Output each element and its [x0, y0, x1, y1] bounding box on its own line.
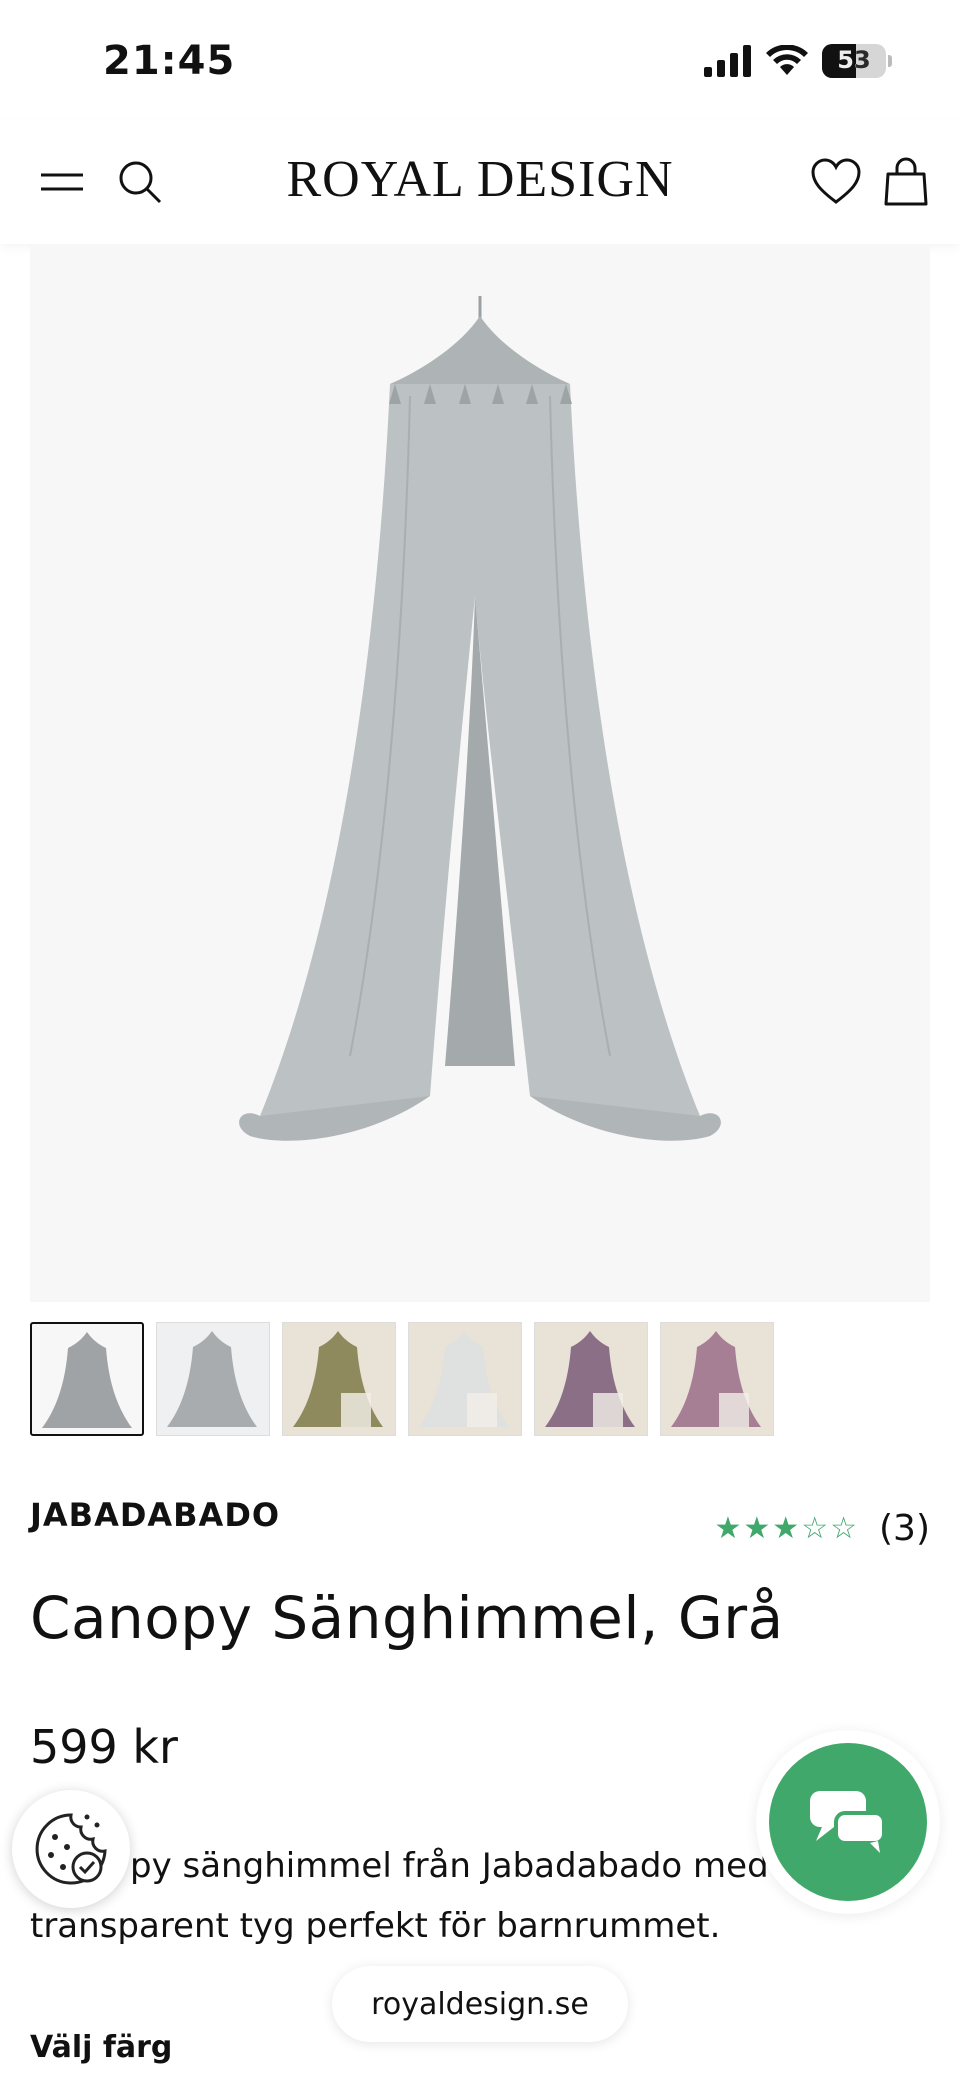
- product-brand[interactable]: JABADABADO: [30, 1496, 280, 1534]
- thumbnail-6[interactable]: [660, 1322, 774, 1436]
- cookie-settings-button[interactable]: [12, 1790, 130, 1908]
- thumbnail-image: [545, 1331, 635, 1427]
- thumbnail-image: [293, 1331, 383, 1427]
- thumbnail-strip: [30, 1322, 774, 1436]
- description-line-2: transparent tyg perfekt för barnrummet.: [30, 1906, 721, 1946]
- battery-icon: 53: [822, 44, 886, 78]
- product-title: Canopy Sänghimmel, Grå: [30, 1584, 784, 1652]
- status-icons: 53: [704, 44, 892, 78]
- choose-color-label: Välj färg: [30, 2030, 173, 2065]
- bag-icon[interactable]: [878, 154, 934, 210]
- browser-url-bar[interactable]: royaldesign.se: [332, 1966, 628, 2042]
- canopy-illustration: [239, 296, 721, 1141]
- battery-level: 53: [837, 46, 871, 74]
- review-count: (3): [879, 1508, 930, 1549]
- thumbnail-1[interactable]: [30, 1322, 144, 1436]
- product-rating[interactable]: ★★★☆☆ (3): [715, 1508, 930, 1549]
- product-image[interactable]: [30, 246, 930, 1302]
- product-price: 599 kr: [30, 1720, 178, 1774]
- site-header: ROYAL DESIGN: [0, 120, 960, 244]
- chat-icon: [810, 1791, 886, 1853]
- thumbnail-image: [419, 1331, 509, 1427]
- thumbnail-image: [671, 1331, 761, 1427]
- signal-icon: [704, 45, 751, 77]
- thumbnail-2[interactable]: [156, 1322, 270, 1436]
- thumbnail-4[interactable]: [408, 1322, 522, 1436]
- thumbnail-5[interactable]: [534, 1322, 648, 1436]
- chat-button-inner: [769, 1743, 927, 1901]
- thumbnail-image: [42, 1332, 132, 1428]
- cookie-icon: [35, 1813, 107, 1885]
- status-bar: 21:45 53: [0, 0, 960, 120]
- battery-tip: [888, 55, 892, 67]
- chat-button[interactable]: [756, 1730, 940, 1914]
- status-time: 21:45: [103, 38, 236, 84]
- url-text: royaldesign.se: [371, 1986, 589, 2022]
- heart-icon[interactable]: [808, 154, 864, 210]
- wifi-icon: [766, 45, 808, 75]
- rating-stars: ★★★☆☆: [714, 1511, 859, 1546]
- thumbnail-3[interactable]: [282, 1322, 396, 1436]
- thumbnail-image: [167, 1331, 257, 1427]
